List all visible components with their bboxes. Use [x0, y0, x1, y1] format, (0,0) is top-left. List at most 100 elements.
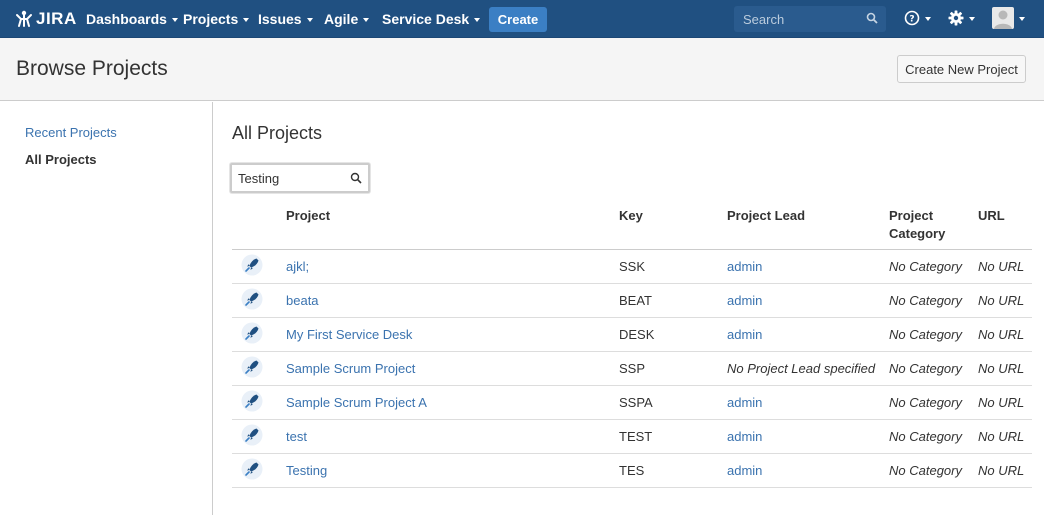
section-title: All Projects — [232, 123, 323, 143]
column-header-key[interactable]: Key — [619, 200, 727, 250]
search-input[interactable]: Search — [734, 6, 886, 32]
project-avatar[interactable] — [232, 453, 286, 488]
project-avatar[interactable] — [232, 385, 286, 420]
chevron-down-icon — [474, 18, 481, 22]
sidebar-item-recent-projects[interactable]: Recent Projects — [25, 125, 117, 140]
project-key: SSP — [619, 351, 727, 386]
gear-icon — [948, 10, 964, 26]
project-lead-link[interactable]: admin — [727, 395, 762, 410]
help-icon: ? — [904, 10, 920, 26]
project-key: SSPA — [619, 385, 727, 420]
rocket-icon — [241, 254, 263, 276]
project-url: No URL — [978, 419, 1032, 454]
rocket-icon — [241, 322, 263, 344]
column-header-icon — [232, 200, 286, 250]
nav-dashboards[interactable]: Dashboards — [86, 0, 178, 38]
project-category: No Category — [889, 419, 978, 454]
project-name-link[interactable]: Testing — [286, 463, 327, 478]
project-name-link[interactable]: My First Service Desk — [286, 327, 412, 342]
rocket-icon — [241, 458, 263, 480]
project-key: DESK — [619, 317, 727, 352]
create-button[interactable]: Create — [489, 7, 547, 32]
project-url: No URL — [978, 453, 1032, 488]
jira-logo[interactable]: JIRA — [14, 0, 77, 38]
svg-text:?: ? — [909, 15, 914, 25]
project-category: No Category — [889, 453, 978, 488]
project-category: No Category — [889, 249, 978, 284]
project-name-link[interactable]: test — [286, 429, 307, 444]
search-icon — [866, 12, 878, 24]
project-url: No URL — [978, 249, 1032, 284]
project-category: No Category — [889, 351, 978, 386]
settings-menu[interactable] — [948, 10, 975, 26]
chevron-down-icon — [306, 18, 313, 22]
table-row: My First Service Desk DESK admin No Categor… — [232, 317, 1032, 352]
column-header-project-lead[interactable]: Project Lead — [727, 200, 889, 250]
project-url: No URL — [978, 385, 1032, 420]
project-lead-link[interactable]: admin — [727, 293, 762, 308]
project-key: BEAT — [619, 283, 727, 318]
page-title: Browse Projects — [16, 57, 168, 80]
table-row: test TEST admin No Category No URL — [232, 419, 1032, 454]
project-avatar[interactable] — [232, 419, 286, 454]
project-filter-input[interactable]: Testing — [230, 163, 370, 193]
avatar — [992, 7, 1014, 29]
nav-service-desk[interactable]: Service Desk — [382, 0, 481, 38]
project-name-link[interactable]: Sample Scrum Project A — [286, 395, 427, 410]
column-header-url[interactable]: URL — [978, 200, 1032, 250]
project-category: No Category — [889, 283, 978, 318]
project-avatar[interactable] — [232, 351, 286, 386]
chevron-down-icon — [171, 18, 178, 22]
chevron-down-icon — [969, 17, 975, 21]
project-url: No URL — [978, 317, 1032, 352]
search-icon — [350, 172, 362, 184]
project-avatar[interactable] — [232, 317, 286, 352]
projects-table: Project Key Project Lead Project Categor… — [232, 200, 1032, 488]
table-row: ajkl; SSK admin No Category No URL — [232, 249, 1032, 284]
project-avatar[interactable] — [232, 249, 286, 284]
help-menu[interactable]: ? — [904, 10, 931, 26]
project-key: TES — [619, 453, 727, 488]
chevron-down-icon — [363, 18, 370, 22]
user-avatar-menu[interactable] — [992, 7, 1025, 29]
chevron-down-icon — [1019, 17, 1025, 21]
table-row: Testing TES admin No Category No URL — [232, 453, 1032, 488]
sidebar-item-all-projects[interactable]: All Projects — [25, 152, 97, 167]
sidebar: Recent Projects All Projects — [0, 102, 213, 515]
rocket-icon — [241, 288, 263, 310]
project-url: No URL — [978, 283, 1032, 318]
chevron-down-icon — [243, 18, 250, 22]
table-row: Sample Scrum Project SSP No Project Lead s… — [232, 351, 1032, 386]
column-header-project-category[interactable]: Project Category — [889, 200, 978, 250]
project-lead-link[interactable]: admin — [727, 327, 762, 342]
project-category: No Category — [889, 385, 978, 420]
column-header-project[interactable]: Project — [286, 200, 619, 250]
table-row: beata BEAT admin No Category No URL — [232, 283, 1032, 318]
project-name-link[interactable]: beata — [286, 293, 319, 308]
project-lead-link[interactable]: admin — [727, 259, 762, 274]
project-lead-link[interactable]: admin — [727, 463, 762, 478]
rocket-icon — [241, 390, 263, 412]
table-header-row: Project Key Project Lead Project Categor… — [232, 200, 1032, 250]
top-nav-bar: JIRA Dashboards Projects Issues Agile Se… — [0, 0, 1044, 38]
project-lead-none: No Project Lead specified — [727, 361, 876, 376]
rocket-icon — [241, 356, 263, 378]
project-url: No URL — [978, 351, 1032, 386]
project-avatar[interactable] — [232, 283, 286, 318]
project-key: TEST — [619, 419, 727, 454]
project-key: SSK — [619, 249, 727, 284]
jira-logo-icon — [16, 10, 32, 27]
create-new-project-button[interactable]: Create New Project — [897, 55, 1026, 83]
table-row: Sample Scrum Project A SSPA admin No Catego… — [232, 385, 1032, 420]
nav-projects[interactable]: Projects — [183, 0, 250, 38]
brand-name: JIRA — [36, 9, 77, 28]
chevron-down-icon — [925, 17, 931, 21]
nav-agile[interactable]: Agile — [324, 0, 370, 38]
page-header: Browse Projects Create New Project — [0, 38, 1044, 101]
project-name-link[interactable]: ajkl; — [286, 259, 309, 274]
nav-issues[interactable]: Issues — [258, 0, 313, 38]
project-name-link[interactable]: Sample Scrum Project — [286, 361, 415, 376]
project-category: No Category — [889, 317, 978, 352]
rocket-icon — [241, 424, 263, 446]
project-lead-link[interactable]: admin — [727, 429, 762, 444]
